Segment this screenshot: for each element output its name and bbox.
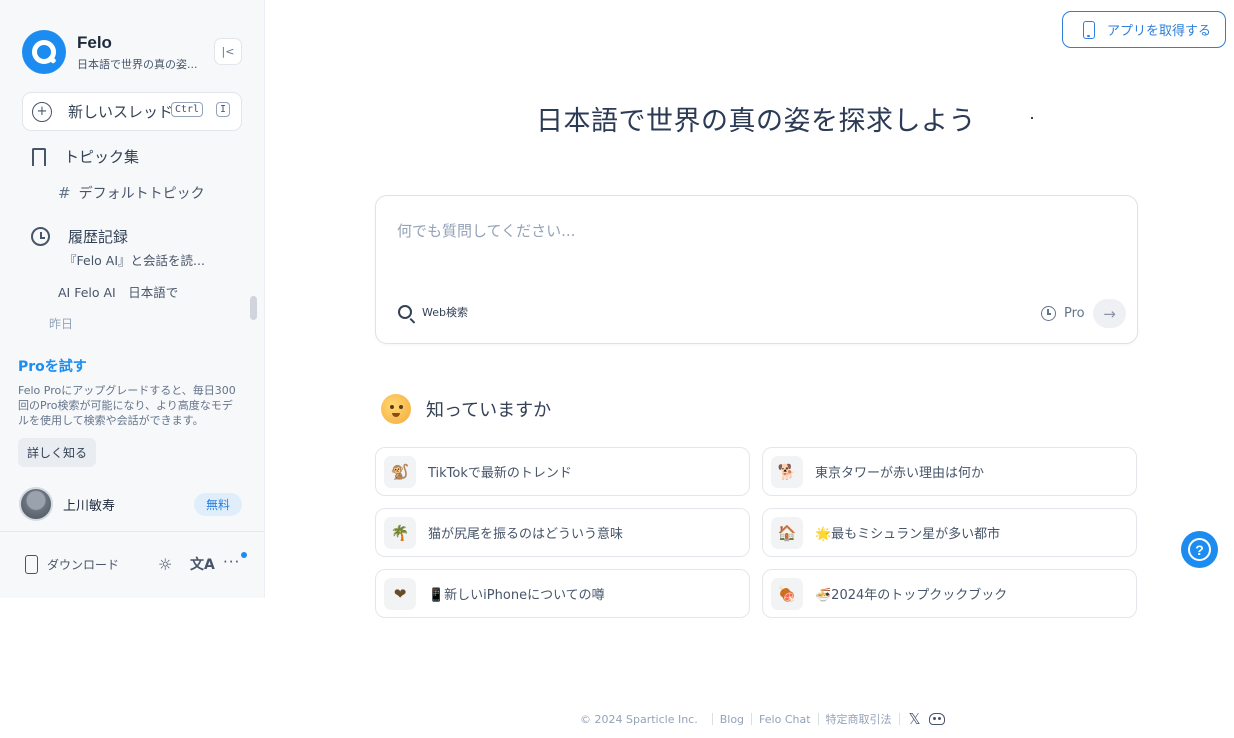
user-name: 上川敏寿	[63, 498, 116, 514]
pro-description: Felo Proにアップグレードすると、毎日300回のPro検索が可能になり、よ…	[18, 384, 236, 427]
suggestion-card[interactable]: 🍖 🍜2024年のトップクックブック	[762, 569, 1137, 618]
sidebar-item-topics[interactable]: トピック集	[32, 146, 140, 169]
theme-sun-icon[interactable]: ☼	[158, 555, 172, 574]
copyright: © 2024 Sparticle Inc.	[580, 712, 698, 726]
x-twitter-icon[interactable]: 𝕏	[909, 710, 921, 728]
suggestion-icon: ❤	[384, 577, 416, 610]
page-title: 日本語で世界の真の姿を探求しよう	[536, 106, 976, 137]
footer-link-felo-chat[interactable]: Felo Chat	[759, 713, 810, 726]
pro-title: Proを試す	[18, 359, 87, 375]
sidebar-item-default-topic[interactable]: # デフォルトトピック	[58, 183, 205, 203]
suggestion-icon: 🐒	[384, 455, 416, 488]
web-search-label: Web検索	[422, 306, 468, 319]
history-list: 『Felo AI』と会話を読... AI Felo AI 日本語で 昨日	[40, 249, 250, 341]
thinking-face-icon	[381, 394, 411, 424]
discord-icon[interactable]	[928, 713, 945, 725]
brand-subtitle: 日本語で世界の真の姿...	[77, 57, 198, 71]
felo-logo-icon	[22, 30, 66, 74]
plan-badge[interactable]: 無料	[194, 493, 242, 516]
search-icon	[398, 305, 412, 319]
clock-icon	[1041, 306, 1056, 321]
search-box: Web検索 Pro →	[375, 195, 1138, 344]
footer-separator	[898, 713, 900, 725]
history-scrollbar[interactable]	[250, 296, 257, 320]
sidebar-bottom-bar: ダウンロード ☼ 文A ···	[25, 552, 250, 577]
sidebar-divider	[0, 531, 265, 532]
hash-icon: #	[58, 184, 71, 202]
history-date-group: 昨日	[49, 317, 74, 331]
new-thread-label: 新しいスレッド	[68, 103, 174, 121]
user-profile[interactable]: 上川敏寿 無料	[19, 487, 242, 521]
suggestion-icon: 🍖	[771, 577, 803, 610]
get-app-button[interactable]: アプリを取得する	[1062, 11, 1226, 48]
footer-separator	[751, 713, 753, 725]
history-item[interactable]: 『Felo AI』と会話を読...	[64, 250, 205, 269]
did-you-know-title: 知っていますか	[426, 400, 552, 421]
brand-name: Felo	[77, 32, 112, 52]
did-you-know-header: 知っていますか	[381, 394, 551, 424]
collapse-sidebar-button[interactable]: |<	[214, 38, 242, 65]
sidebar: Felo 日本語で世界の真の姿... |< + 新しいスレッド Ctrl I ト…	[0, 0, 265, 598]
suggestion-card[interactable]: 🌴 猫が尻尾を振るのはどういう意味	[375, 508, 750, 557]
phone-icon[interactable]	[25, 555, 38, 574]
topics-label: トピック集	[64, 148, 140, 166]
more-options-icon[interactable]: ···	[223, 553, 240, 571]
language-icon[interactable]: 文A	[190, 554, 215, 574]
stray-dot	[1031, 117, 1033, 119]
suggestion-card[interactable]: 🏠 🌟最もミシュラン星が多い都市	[762, 508, 1137, 557]
footer-separator	[817, 713, 819, 725]
question-icon: ?	[1188, 538, 1211, 561]
collapse-left-icon: |<	[221, 45, 235, 58]
learn-more-button[interactable]: 詳しく知る	[18, 438, 96, 467]
notification-dot	[241, 552, 247, 558]
footer: © 2024 Sparticle Inc. Blog Felo Chat 特定商…	[580, 710, 945, 728]
help-button[interactable]: ?	[1181, 531, 1218, 568]
suggestion-icon: 🏠	[771, 516, 803, 549]
shortcut-i: I	[216, 102, 231, 117]
suggestion-text: 東京タワーが赤い理由は何か	[815, 466, 985, 481]
avatar[interactable]	[19, 487, 53, 521]
suggestion-icon: 🐕	[771, 455, 803, 488]
footer-link-blog[interactable]: Blog	[720, 713, 744, 726]
suggestion-text: 🍜2024年のトップクックブック	[815, 588, 1008, 603]
suggestion-text: 🌟最もミシュラン星が多い都市	[815, 527, 1001, 542]
brand[interactable]: Felo 日本語で世界の真の姿...	[22, 30, 198, 74]
history-label: 履歴記録	[68, 228, 129, 246]
bookmark-icon	[32, 147, 46, 169]
search-input[interactable]	[397, 222, 1097, 240]
plus-circle-icon: +	[32, 101, 52, 122]
suggestion-text: TikTokで最新のトレンド	[428, 466, 572, 481]
new-thread-button[interactable]: + 新しいスレッド Ctrl I	[22, 92, 242, 131]
suggestion-card[interactable]: 🐒 TikTokで最新のトレンド	[375, 447, 750, 496]
suggestion-icon: 🌴	[384, 516, 416, 549]
get-app-label: アプリを取得する	[1107, 24, 1212, 39]
history-item[interactable]: AI Felo AI 日本語で	[58, 282, 178, 301]
suggestion-card[interactable]: 🐕 東京タワーが赤い理由は何か	[762, 447, 1137, 496]
sidebar-item-history[interactable]: 履歴記録	[31, 226, 128, 247]
footer-separator	[711, 713, 713, 725]
web-search-toggle[interactable]: Web検索	[398, 304, 468, 320]
phone-icon	[1083, 20, 1095, 39]
arrow-right-icon: →	[1103, 304, 1116, 323]
shortcut-ctrl: Ctrl	[171, 102, 204, 117]
send-button[interactable]: →	[1093, 299, 1126, 328]
footer-link-legal[interactable]: 特定商取引法	[826, 711, 892, 727]
pro-label: Pro	[1064, 306, 1085, 321]
default-topic-label: デフォルトトピック	[78, 186, 205, 202]
download-link[interactable]: ダウンロード	[47, 556, 119, 573]
pro-toggle[interactable]: Pro	[1041, 306, 1085, 321]
history-clock-icon	[31, 227, 50, 246]
suggestion-card[interactable]: ❤ 📱新しいiPhoneについての噂	[375, 569, 750, 618]
suggestion-text: 📱新しいiPhoneについての噂	[428, 588, 605, 603]
suggestion-text: 猫が尻尾を振るのはどういう意味	[428, 527, 624, 542]
